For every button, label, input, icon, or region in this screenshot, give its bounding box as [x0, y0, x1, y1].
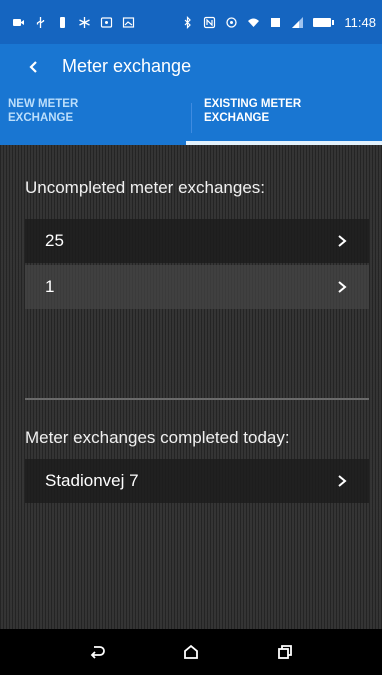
list-item[interactable]: 25	[25, 219, 369, 263]
list-item-label: 25	[45, 231, 64, 250]
video-icon	[12, 16, 25, 29]
section-divider	[25, 398, 369, 400]
tab-existing-meter-exchange[interactable]: EXISTING METER EXCHANGE	[186, 89, 382, 145]
back-button[interactable]	[22, 55, 46, 79]
battery-icon	[313, 17, 335, 27]
tab-label-line1: EXISTING METER	[204, 98, 302, 110]
recents-icon	[278, 645, 292, 659]
tab-bar: NEW METER EXCHANGE EXISTING METER EXCHAN…	[0, 89, 382, 145]
completed-section-title: Meter exchanges completed today:	[25, 428, 290, 447]
main-content: Uncompleted meter exchanges: 25 1 Meter …	[0, 145, 382, 629]
status-bar: 11:48	[0, 0, 382, 44]
list-item[interactable]: 1	[25, 265, 369, 309]
nav-home-button[interactable]	[179, 640, 203, 664]
wifi-icon	[247, 16, 260, 29]
chevron-left-icon	[29, 60, 37, 73]
list-item-label: 1	[45, 277, 55, 296]
back-icon	[90, 646, 105, 659]
uncompleted-section-title: Uncompleted meter exchanges:	[25, 178, 266, 197]
tab-new-meter-exchange[interactable]: NEW METER EXCHANGE	[0, 89, 186, 145]
nfc-icon	[203, 16, 216, 29]
image-icon	[122, 16, 135, 29]
app-bar: Meter exchange	[0, 44, 382, 89]
data-icon	[269, 16, 282, 29]
list-item-label: Stadionvej 7	[45, 471, 139, 490]
status-time: 11:48	[344, 14, 376, 30]
status-bar-left	[12, 16, 135, 29]
sync-icon	[225, 16, 238, 29]
signal-icon	[291, 16, 304, 29]
tab-label-line2: EXCHANGE	[8, 112, 74, 124]
list-item[interactable]: Stadionvej 7	[25, 459, 369, 503]
system-nav-bar	[0, 629, 382, 675]
accessibility-icon	[78, 16, 91, 29]
cast-icon	[100, 16, 113, 29]
chevron-right-icon	[338, 475, 347, 487]
chevron-right-icon	[338, 235, 347, 247]
usb-icon	[34, 16, 47, 29]
status-bar-right: 11:48	[181, 15, 376, 30]
nav-back-button[interactable]	[85, 640, 109, 664]
home-icon	[184, 644, 198, 659]
bluetooth-icon	[181, 15, 194, 29]
nav-recents-button[interactable]	[273, 640, 297, 664]
page-title: Meter exchange	[62, 56, 192, 76]
tab-label-line1: NEW METER	[8, 98, 79, 110]
tab-label-line2: EXCHANGE	[204, 112, 270, 124]
phone-alert-icon	[56, 16, 69, 29]
chevron-right-icon	[338, 281, 347, 293]
